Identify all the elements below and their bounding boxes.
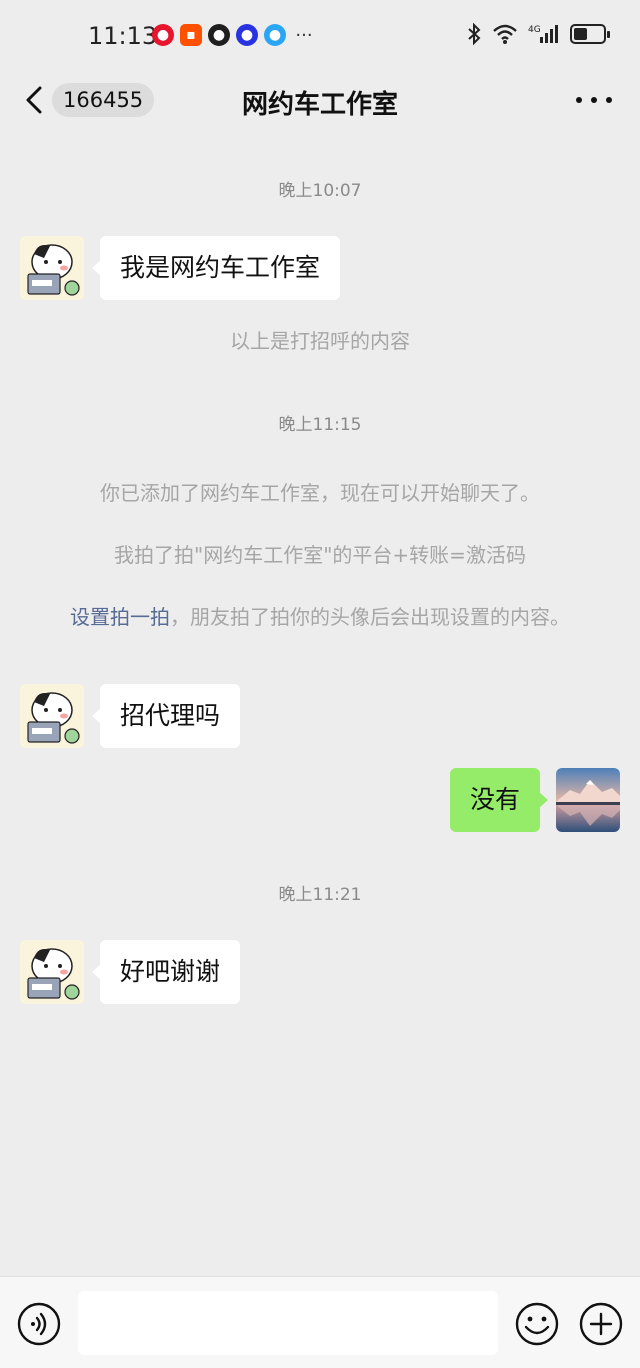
message-bubble[interactable]: 我是网约车工作室 xyxy=(91,236,341,300)
input-bar xyxy=(0,1276,640,1368)
timestamp: 晚上10:07 xyxy=(278,181,362,201)
notification-icons: ● ▪ ● ● ● ··· xyxy=(152,24,316,46)
battery-level xyxy=(574,28,587,40)
status-time: 11:13 xyxy=(88,22,158,50)
qq-browser-icon: ● xyxy=(264,24,286,46)
voice-icon[interactable] xyxy=(16,1301,62,1347)
more-notifications-icon: ··· xyxy=(295,24,313,46)
baidu-icon: ● xyxy=(236,24,258,46)
message-list[interactable]: 晚上10:07 我是网约车工作室 以上是打招呼的内容 晚上11:15 你已添加了… xyxy=(0,140,640,1276)
weibo-icon: ● xyxy=(152,24,174,46)
more-dots-icon[interactable] xyxy=(576,86,612,114)
system-message-text: ，朋友拍了拍你的头像后会出现设置的内容。 xyxy=(170,605,570,629)
emoji-icon[interactable] xyxy=(514,1301,560,1347)
system-message: 以上是打招呼的内容 xyxy=(230,329,410,353)
system-message: 我拍了拍"网约车工作室"的平台+转账=激活码 xyxy=(114,543,526,567)
chat-title: 网约车工作室 xyxy=(241,90,398,120)
timestamp: 晚上11:15 xyxy=(278,415,362,435)
system-message: 你已添加了网约车工作室，现在可以开始聊天了。 xyxy=(100,481,540,505)
battery-icon xyxy=(570,24,610,44)
chat-header: 166455 网约车工作室 xyxy=(0,72,640,128)
dot xyxy=(591,97,597,103)
contact-avatar[interactable] xyxy=(20,684,84,748)
message-bubble[interactable]: 好吧谢谢 xyxy=(91,940,241,1004)
cellular-signal-icon: 4G xyxy=(528,25,558,43)
bluetooth-icon xyxy=(468,22,481,46)
contact-avatar[interactable] xyxy=(20,940,84,1004)
taobao-icon: ▪ xyxy=(180,24,202,46)
status-bar: 11:13 ● ▪ ● ● ● ··· 4G xyxy=(0,0,640,72)
system-icons: 4G xyxy=(466,22,610,46)
contact-avatar[interactable] xyxy=(20,236,84,300)
dot xyxy=(606,97,612,103)
set-pat-link[interactable]: 设置拍一拍 xyxy=(70,605,170,629)
message-bubble[interactable]: 招代理吗 xyxy=(91,684,241,748)
wifi-icon xyxy=(493,24,517,44)
my-avatar[interactable] xyxy=(556,768,620,832)
timestamp: 晚上11:21 xyxy=(278,885,362,905)
system-message: 设置拍一拍，朋友拍了拍你的头像后会出现设置的内容。 xyxy=(40,602,600,633)
message-bubble-sent[interactable]: 没有 xyxy=(449,768,549,832)
qq-icon: ● xyxy=(208,24,230,46)
plus-icon[interactable] xyxy=(578,1301,624,1347)
message-input[interactable] xyxy=(78,1291,498,1355)
dot xyxy=(576,97,582,103)
signal-type-label: 4G xyxy=(528,25,541,35)
